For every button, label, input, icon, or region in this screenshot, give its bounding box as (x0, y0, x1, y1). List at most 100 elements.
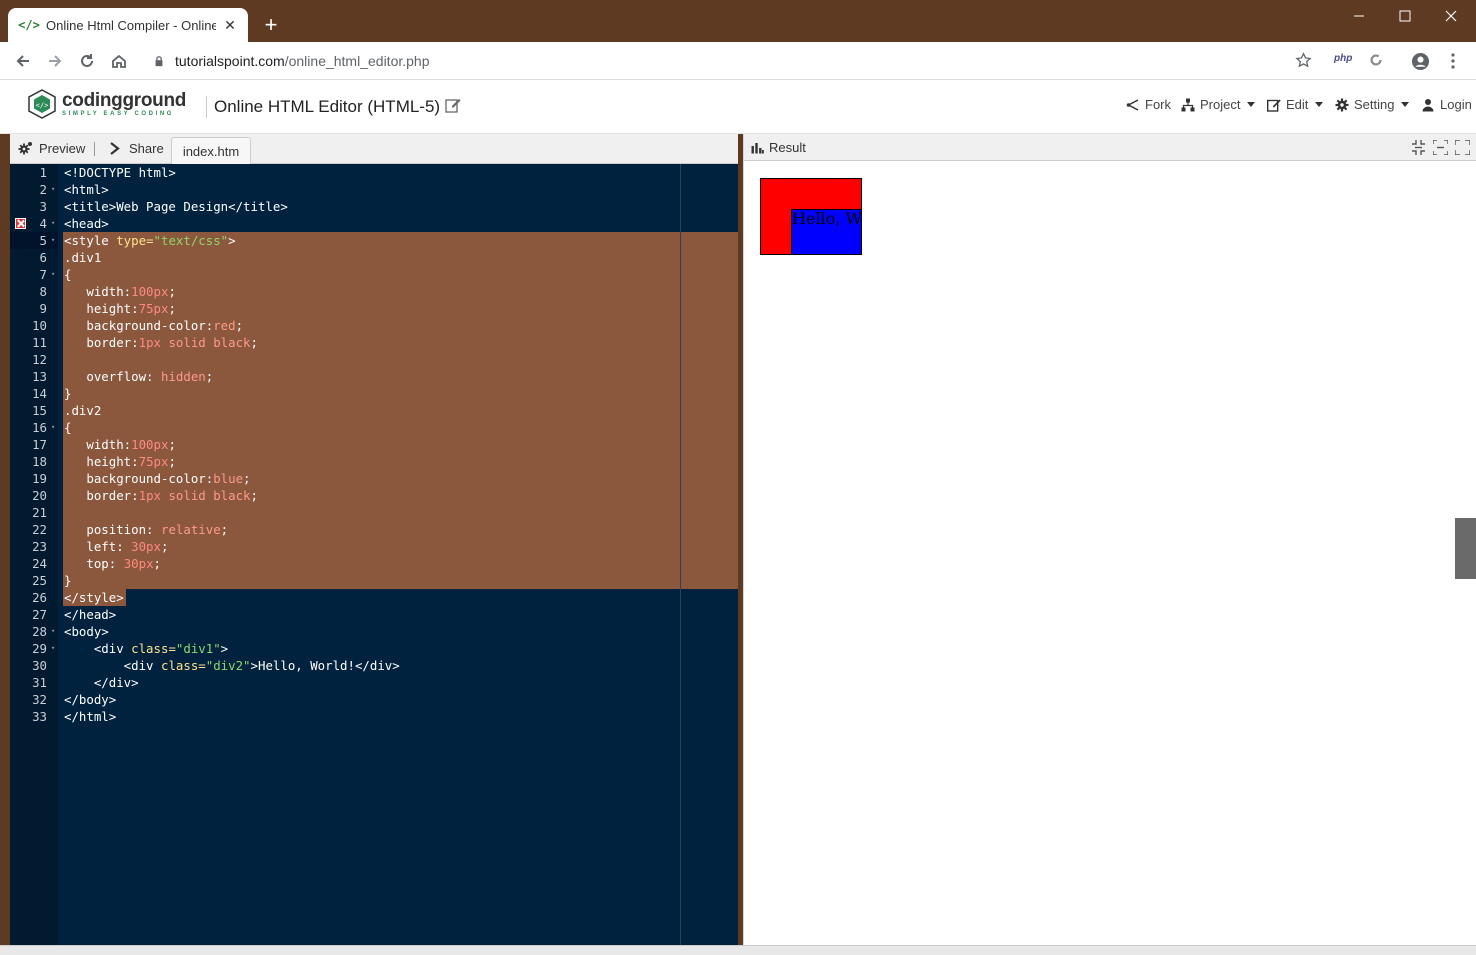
code-line[interactable]: 17 width:100px; (10, 436, 738, 453)
code-line[interactable]: 31 </div> (10, 674, 738, 691)
fold-arrow-icon[interactable]: ▾ (51, 181, 57, 198)
kebab-menu-icon[interactable] (1444, 51, 1462, 71)
preview-button[interactable]: Preview (18, 141, 85, 156)
codingground-logo[interactable]: </> codingground SIMPLY EASY CODING (26, 88, 186, 120)
fork-button[interactable]: Fork (1126, 97, 1171, 112)
forward-icon[interactable] (41, 47, 69, 75)
code-token: left: (64, 539, 132, 554)
code-line[interactable]: 11 border:1px solid black; (10, 334, 738, 351)
code-text: { (64, 266, 71, 283)
code-token: 75px (138, 301, 169, 316)
fold-arrow-icon[interactable]: ▾ (51, 215, 57, 232)
code-line[interactable]: 6 .div1 (10, 249, 738, 266)
code-token: height: (64, 454, 139, 469)
code-line[interactable]: 22 position: relative; (10, 521, 738, 538)
setting-menu[interactable]: Setting (1335, 97, 1410, 112)
compress-icon[interactable] (1411, 140, 1426, 155)
code-line[interactable]: 8 width:100px; (10, 283, 738, 300)
code-token: 1px (138, 335, 161, 350)
tab-title: Online Html Compiler - Online H (46, 17, 216, 33)
browser-tab[interactable]: </> Online Html Compiler - Online H ✕ (8, 8, 248, 42)
star-icon[interactable] (1293, 50, 1313, 70)
code-text: } (64, 385, 71, 402)
code-token: <div (64, 641, 132, 656)
share-button[interactable]: Share (108, 141, 164, 156)
line-number: 11 (32, 335, 47, 350)
code-line[interactable]: 25} (10, 572, 738, 589)
code-line[interactable]: 13 overflow: hidden; (10, 368, 738, 385)
code-line[interactable]: 7 ▾ { (10, 266, 738, 283)
fullscreen-icon[interactable] (1455, 140, 1470, 155)
code-line[interactable]: 27 </head> (10, 606, 738, 623)
line-number: 25 (32, 573, 47, 588)
code-token: ; (153, 556, 161, 571)
fold-arrow-icon[interactable]: ▾ (51, 419, 57, 436)
code-token: ; (205, 369, 214, 384)
error-icon[interactable] (15, 218, 26, 229)
code-line[interactable]: 33 </html> (10, 708, 738, 725)
code-line[interactable]: 23 left: 30px; (10, 538, 738, 555)
code-line[interactable]: 15 .div2 (10, 402, 738, 419)
code-text: </html> (64, 708, 116, 725)
fold-arrow-icon[interactable]: ▾ (51, 623, 57, 640)
code-line[interactable]: 2 ▾ <html> (10, 181, 738, 198)
line-number: 1 (39, 165, 47, 180)
code-token: overflow: (64, 369, 161, 384)
fold-arrow-icon[interactable]: ▾ (51, 266, 57, 283)
code-token: ; (168, 284, 176, 299)
code-token: border: (64, 335, 139, 350)
code-line[interactable]: 21 (10, 504, 738, 521)
code-token: red (213, 318, 236, 333)
login-button[interactable]: Login (1421, 97, 1472, 112)
code-line[interactable]: 29 ▾ <div class="div1"> (10, 640, 738, 657)
code-editor[interactable]: 1 <!DOCTYPE html> 2 ▾ <html> 3 <title>Web Page… (10, 164, 738, 945)
extension-refresh-icon[interactable] (1367, 51, 1385, 69)
code-token: position: (64, 522, 161, 537)
page-title: Online HTML Editor (HTML-5) (214, 97, 441, 116)
code-line[interactable]: 3 <title>Web Page Design</title> (10, 198, 738, 215)
code-token: top: (64, 556, 124, 571)
maximize-icon[interactable] (1382, 0, 1428, 32)
code-token: </head> (64, 607, 117, 622)
code-line[interactable]: 14} (10, 385, 738, 402)
code-line[interactable]: 20 border:1px solid black; (10, 487, 738, 504)
code-token: 30px (123, 556, 154, 571)
code-line[interactable]: 9 height:75px; (10, 300, 738, 317)
expand-icon[interactable] (1433, 140, 1448, 155)
plus-icon[interactable]: + (258, 12, 284, 38)
code-line[interactable]: 26 </style> (10, 589, 738, 606)
code-line[interactable]: 16 ▾ { (10, 419, 738, 436)
code-line[interactable]: 4 ▾ <head> (10, 215, 738, 232)
profile-icon[interactable] (1410, 51, 1430, 71)
code-line[interactable]: 1 <!DOCTYPE html> (10, 164, 738, 181)
address-bar[interactable]: tutorialspoint.com/online_html_editor.ph… (143, 47, 1323, 75)
code-line[interactable]: 24 top: 30px; (10, 555, 738, 572)
code-line[interactable]: 12 (10, 351, 738, 368)
reload-icon[interactable] (73, 47, 101, 75)
code-line[interactable]: 32 </body> (10, 691, 738, 708)
scrollbar-thumb[interactable] (1455, 518, 1476, 579)
close-icon[interactable]: ✕ (222, 17, 238, 33)
home-icon[interactable] (105, 47, 133, 75)
code-line[interactable]: 28 ▾ <body> (10, 623, 738, 640)
project-menu[interactable]: Project (1181, 97, 1256, 112)
window-close-icon[interactable] (1428, 0, 1474, 32)
code-line[interactable]: 19 background-color:blue; (10, 470, 738, 487)
code-token: height: (64, 301, 139, 316)
code-text: overflow: hidden; (64, 368, 213, 385)
code-token: </body> (64, 692, 117, 707)
tab-index-htm[interactable]: index.htm (171, 137, 251, 164)
fold-arrow-icon[interactable]: ▾ (51, 640, 57, 657)
code-line[interactable]: 18 height:75px; (10, 453, 738, 470)
php-extension-icon[interactable]: php (1334, 53, 1352, 64)
edit-menu[interactable]: Edit (1267, 97, 1324, 112)
minimize-icon[interactable] (1336, 0, 1382, 32)
code-line[interactable]: 10 background-color:red; (10, 317, 738, 334)
back-icon[interactable] (9, 47, 37, 75)
code-line[interactable]: 5 ▾ <style type="text/css"> (10, 232, 738, 249)
code-line[interactable]: 30 <div class="div2">Hello, World!</div> (10, 657, 738, 674)
edit-title-icon[interactable] (445, 97, 461, 113)
fold-arrow-icon[interactable]: ▾ (51, 232, 57, 249)
line-number: 6 (39, 250, 47, 265)
gears-icon (18, 142, 32, 155)
